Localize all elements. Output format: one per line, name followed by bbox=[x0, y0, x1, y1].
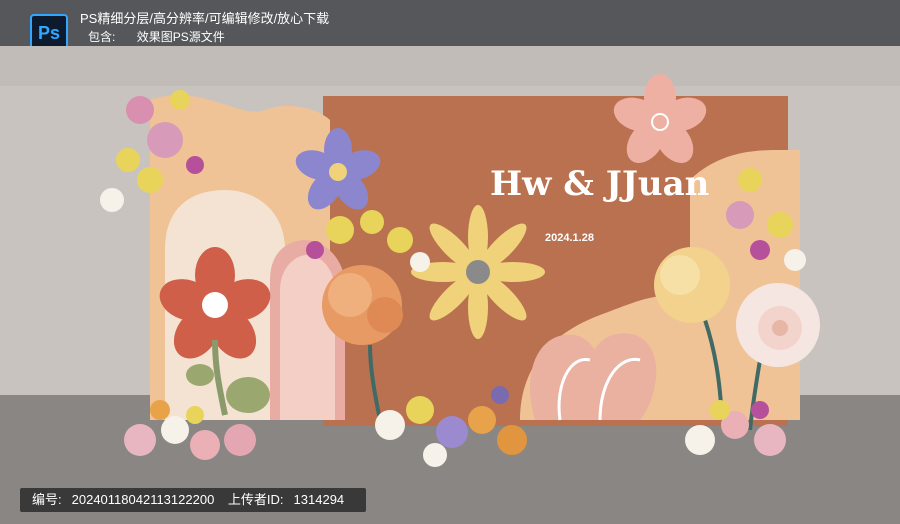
leaf bbox=[226, 377, 270, 413]
banner-title: PS精细分层/高分辨率/可编辑修改/放心下载 bbox=[80, 11, 330, 26]
yellow-daisy-icon bbox=[411, 205, 545, 339]
uploader-value: 1314294 bbox=[293, 492, 345, 507]
id-label: 编号: bbox=[32, 492, 62, 507]
wedding-date: 2024.1.28 bbox=[545, 232, 594, 244]
contains-label: 包含: bbox=[88, 30, 116, 44]
couple-names: Hw & JJuan bbox=[490, 164, 709, 204]
uploader-label: 上传者ID: bbox=[227, 492, 284, 507]
wedding-backdrop-scene: Hw & JJuan 2024.1.28 bbox=[0, 46, 900, 524]
id-value: 20240118042113122200 bbox=[71, 492, 215, 507]
contains-line: 包含: 效果图PS源文件 bbox=[88, 28, 243, 45]
header-bar: Ps PS精细分层/高分辨率/可编辑修改/放心下载 包含: 效果图PS源文件 bbox=[0, 0, 900, 52]
contains-value: 效果图PS源文件 bbox=[136, 30, 225, 44]
footer-bar: 编号: 20240118042113122200 上传者ID: 1314294 bbox=[20, 488, 367, 512]
